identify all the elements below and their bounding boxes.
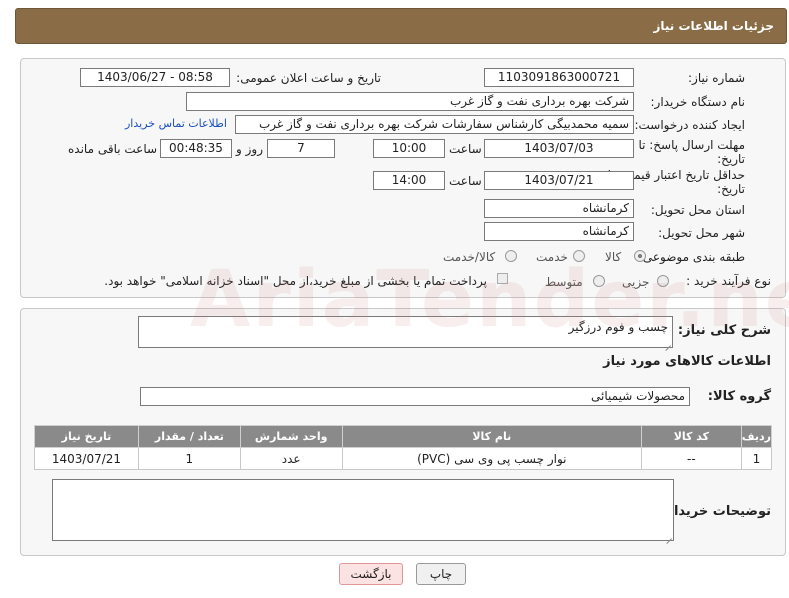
page-title: جزئیات اطلاعات نیاز bbox=[653, 19, 774, 33]
cell-row: 1 bbox=[740, 447, 773, 470]
goods-group-label: گروه کالا: bbox=[707, 389, 771, 404]
price-validity-time-label: ساعت bbox=[449, 174, 482, 188]
watermark: AriaTender.neT bbox=[190, 255, 789, 345]
deadline-date-field: 1403/07/03 bbox=[484, 139, 634, 158]
need-number-label: شماره نیاز: bbox=[688, 71, 745, 85]
need-number-field: 1103091863000721 bbox=[484, 68, 634, 87]
buyer-contact-link[interactable]: اطلاعات تماس خریدار bbox=[125, 117, 227, 130]
price-validity-date-field: 1403/07/21 bbox=[484, 171, 634, 190]
col-quantity: تعداد / مقدار bbox=[137, 425, 241, 448]
creator-label: ایجاد کننده درخواست: bbox=[634, 118, 745, 132]
col-goods-code: کد کالا bbox=[640, 425, 742, 448]
cell-goods-name: نوار چسب پی وی سی (PVC) bbox=[341, 447, 642, 470]
buyer-notes-textarea bbox=[52, 479, 674, 541]
time-remaining-label: ساعت باقی مانده bbox=[68, 142, 158, 156]
goods-table: ردیف کد کالا نام کالا واحد شمارش تعداد /… bbox=[34, 425, 773, 470]
time-remaining-field: 00:48:35 bbox=[160, 139, 232, 158]
buyer-org-field: شرکت بهره برداری نفت و گاز غرب bbox=[186, 92, 634, 111]
city-label: شهر محل تحویل: bbox=[658, 226, 745, 240]
col-need-date: تاریخ نیاز bbox=[34, 425, 139, 448]
days-label: روز و bbox=[236, 142, 263, 156]
price-validity-label-line2: تاریخ: bbox=[717, 182, 745, 196]
province-label: استان محل تحویل: bbox=[650, 203, 745, 217]
buyer-notes-label: توضیحات خریدار: bbox=[661, 504, 771, 519]
announce-datetime-field: 1403/06/27 - 08:58 bbox=[80, 68, 230, 87]
col-unit: واحد شمارش bbox=[239, 425, 343, 448]
cell-unit: عدد bbox=[239, 447, 343, 470]
goods-info-title: اطلاعات کالاهای مورد نیاز bbox=[603, 354, 771, 369]
creator-field: سمیه محمدبیگی کارشناس سفارشات شرکت بهره … bbox=[235, 115, 634, 134]
col-row: ردیف bbox=[740, 425, 773, 448]
cell-need-date: 1403/07/21 bbox=[34, 447, 139, 470]
goods-table-header: ردیف کد کالا نام کالا واحد شمارش تعداد /… bbox=[34, 425, 773, 448]
back-button[interactable]: بازگشت bbox=[339, 563, 403, 585]
cell-quantity: 1 bbox=[137, 447, 241, 470]
announce-datetime-label: تاریخ و ساعت اعلان عمومی: bbox=[236, 71, 381, 85]
city-field: کرمانشاه bbox=[484, 222, 634, 241]
table-row: 1 -- نوار چسب پی وی سی (PVC) عدد 1 1403/… bbox=[34, 447, 773, 470]
province-field: کرمانشاه bbox=[484, 199, 634, 218]
page-header: جزئیات اطلاعات نیاز bbox=[15, 8, 787, 44]
buyer-org-label: نام دستگاه خریدار: bbox=[650, 95, 746, 109]
days-remaining-field: 7 bbox=[267, 139, 335, 158]
deadline-time-label: ساعت bbox=[449, 142, 482, 156]
goods-group-field: محصولات شیمیائی bbox=[140, 387, 690, 406]
price-validity-time-field: 14:00 bbox=[373, 171, 445, 190]
resize-grip-icon[interactable] bbox=[665, 532, 673, 540]
deadline-time-field: 10:00 bbox=[373, 139, 445, 158]
deadline-label-line1: مهلت ارسال پاسخ: تا bbox=[638, 138, 745, 152]
cell-goods-code: -- bbox=[640, 447, 742, 470]
print-button[interactable]: چاپ bbox=[416, 563, 466, 585]
col-goods-name: نام کالا bbox=[341, 425, 642, 448]
deadline-label-line2: تاریخ: bbox=[717, 152, 745, 166]
